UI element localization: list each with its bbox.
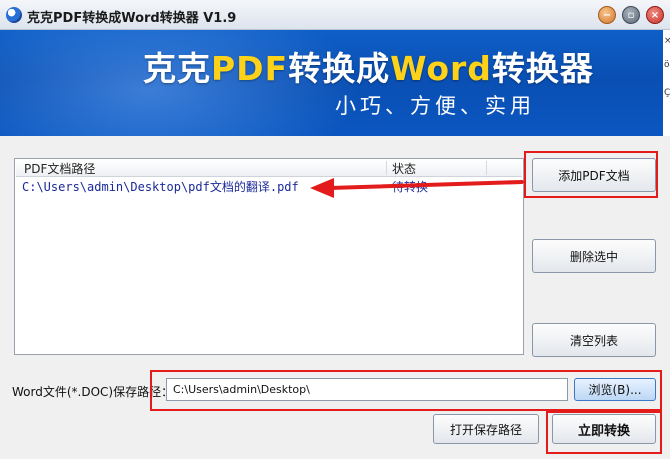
banner-subtitle: 小巧、方便、实用 (335, 94, 535, 118)
clear-list-button[interactable]: 清空列表 (532, 323, 656, 357)
annotation-box-add (524, 151, 658, 198)
window-title: 克克PDF转换成Word转换器 V1.9 (27, 11, 237, 26)
list-item[interactable]: C:\Users\admin\Desktop\pdf文档的翻译.pdf 待转换 (16, 177, 522, 194)
banner-edge-strip: × ö Ç (663, 30, 670, 136)
list-item-path: C:\Users\admin\Desktop\pdf文档的翻译.pdf (22, 180, 299, 194)
close-button[interactable]: × (646, 6, 664, 24)
title-bar: 克克PDF转换成Word转换器 V1.9 − ▫ × (0, 0, 670, 30)
maximize-button[interactable]: ▫ (622, 6, 640, 24)
minimize-icon: − (602, 9, 612, 21)
column-divider[interactable] (486, 161, 487, 175)
header-banner: 克克PDF转换成Word转换器 小巧、方便、实用 × ö Ç (0, 30, 670, 136)
column-header-status[interactable]: 状态 (392, 160, 416, 177)
maximize-icon: ▫ (627, 9, 635, 21)
list-header: PDF文档路径 状态 (16, 160, 522, 177)
annotation-box-save-path (150, 370, 662, 411)
pdf-file-list[interactable]: PDF文档路径 状态 C:\Users\admin\Desktop\pdf文档的… (14, 158, 524, 355)
app-icon (6, 7, 22, 23)
list-item-status: 待转换 (392, 180, 429, 194)
column-divider[interactable] (386, 161, 387, 175)
banner-title: 克克PDF转换成Word转换器 (143, 49, 594, 88)
open-save-path-button[interactable]: 打开保存路径 (433, 414, 539, 444)
close-icon: × (650, 9, 660, 21)
save-path-label: Word文件(*.DOC)保存路径： (12, 385, 174, 399)
delete-selected-button[interactable]: 删除选中 (532, 239, 656, 273)
annotation-box-convert (546, 411, 662, 454)
column-header-path[interactable]: PDF文档路径 (24, 160, 95, 177)
minimize-button[interactable]: − (598, 6, 616, 24)
